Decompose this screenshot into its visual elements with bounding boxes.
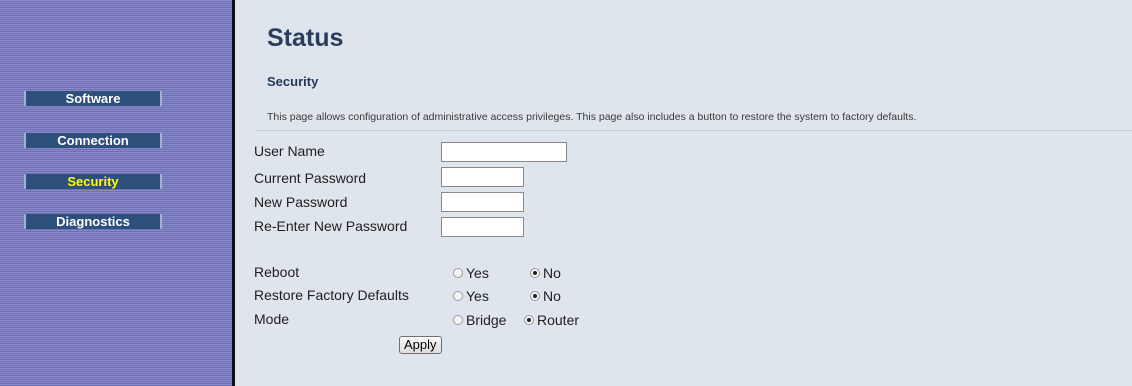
sidebar-item-security[interactable]: Security <box>24 174 162 189</box>
new-password-label: New Password <box>254 194 348 210</box>
new-password-input[interactable] <box>441 192 524 212</box>
mode-bridge-label: Bridge <box>466 312 507 328</box>
sidebar-item-software[interactable]: Software <box>24 91 162 106</box>
current-password-label: Current Password <box>254 170 367 186</box>
page-title: Status <box>267 24 344 52</box>
restore-no-option[interactable]: No <box>530 288 561 304</box>
mode-bridge-option[interactable]: Bridge <box>453 312 506 328</box>
sidebar-item-connection[interactable]: Connection <box>24 133 162 148</box>
reboot-no-label: No <box>543 265 561 281</box>
restore-yes-label: Yes <box>466 288 489 304</box>
reboot-label: Reboot <box>254 264 300 280</box>
main-content: Status Security This page allows configu… <box>235 0 1132 386</box>
mode-bridge-radio[interactable] <box>453 315 463 325</box>
divider <box>255 130 1132 131</box>
reenter-password-label: Re-Enter New Password <box>254 218 408 234</box>
sidebar: Software Connection Security Diagnostics <box>0 0 232 386</box>
restore-no-radio[interactable] <box>530 291 540 301</box>
reboot-yes-label: Yes <box>466 265 489 281</box>
user-name-label: User Name <box>254 143 325 159</box>
user-name-input[interactable] <box>441 142 567 162</box>
mode-router-radio[interactable] <box>524 315 534 325</box>
restore-yes-radio[interactable] <box>453 291 463 301</box>
mode-router-label: Router <box>537 312 580 328</box>
restore-yes-option[interactable]: Yes <box>453 288 489 304</box>
reboot-no-option[interactable]: No <box>530 265 561 281</box>
current-password-input[interactable] <box>441 167 524 187</box>
reenter-password-input[interactable] <box>441 217 524 237</box>
sidebar-item-diagnostics[interactable]: Diagnostics <box>24 214 162 229</box>
reboot-yes-option[interactable]: Yes <box>453 265 489 281</box>
reboot-yes-radio[interactable] <box>453 268 463 278</box>
page-description: This page allows configuration of admini… <box>267 111 917 123</box>
mode-router-option[interactable]: Router <box>524 312 579 328</box>
apply-button[interactable]: Apply <box>399 336 442 354</box>
restore-no-label: No <box>543 288 561 304</box>
section-title: Security <box>267 74 319 89</box>
reboot-no-radio[interactable] <box>530 268 540 278</box>
mode-label: Mode <box>254 311 290 327</box>
restore-defaults-label: Restore Factory Defaults <box>254 287 409 303</box>
